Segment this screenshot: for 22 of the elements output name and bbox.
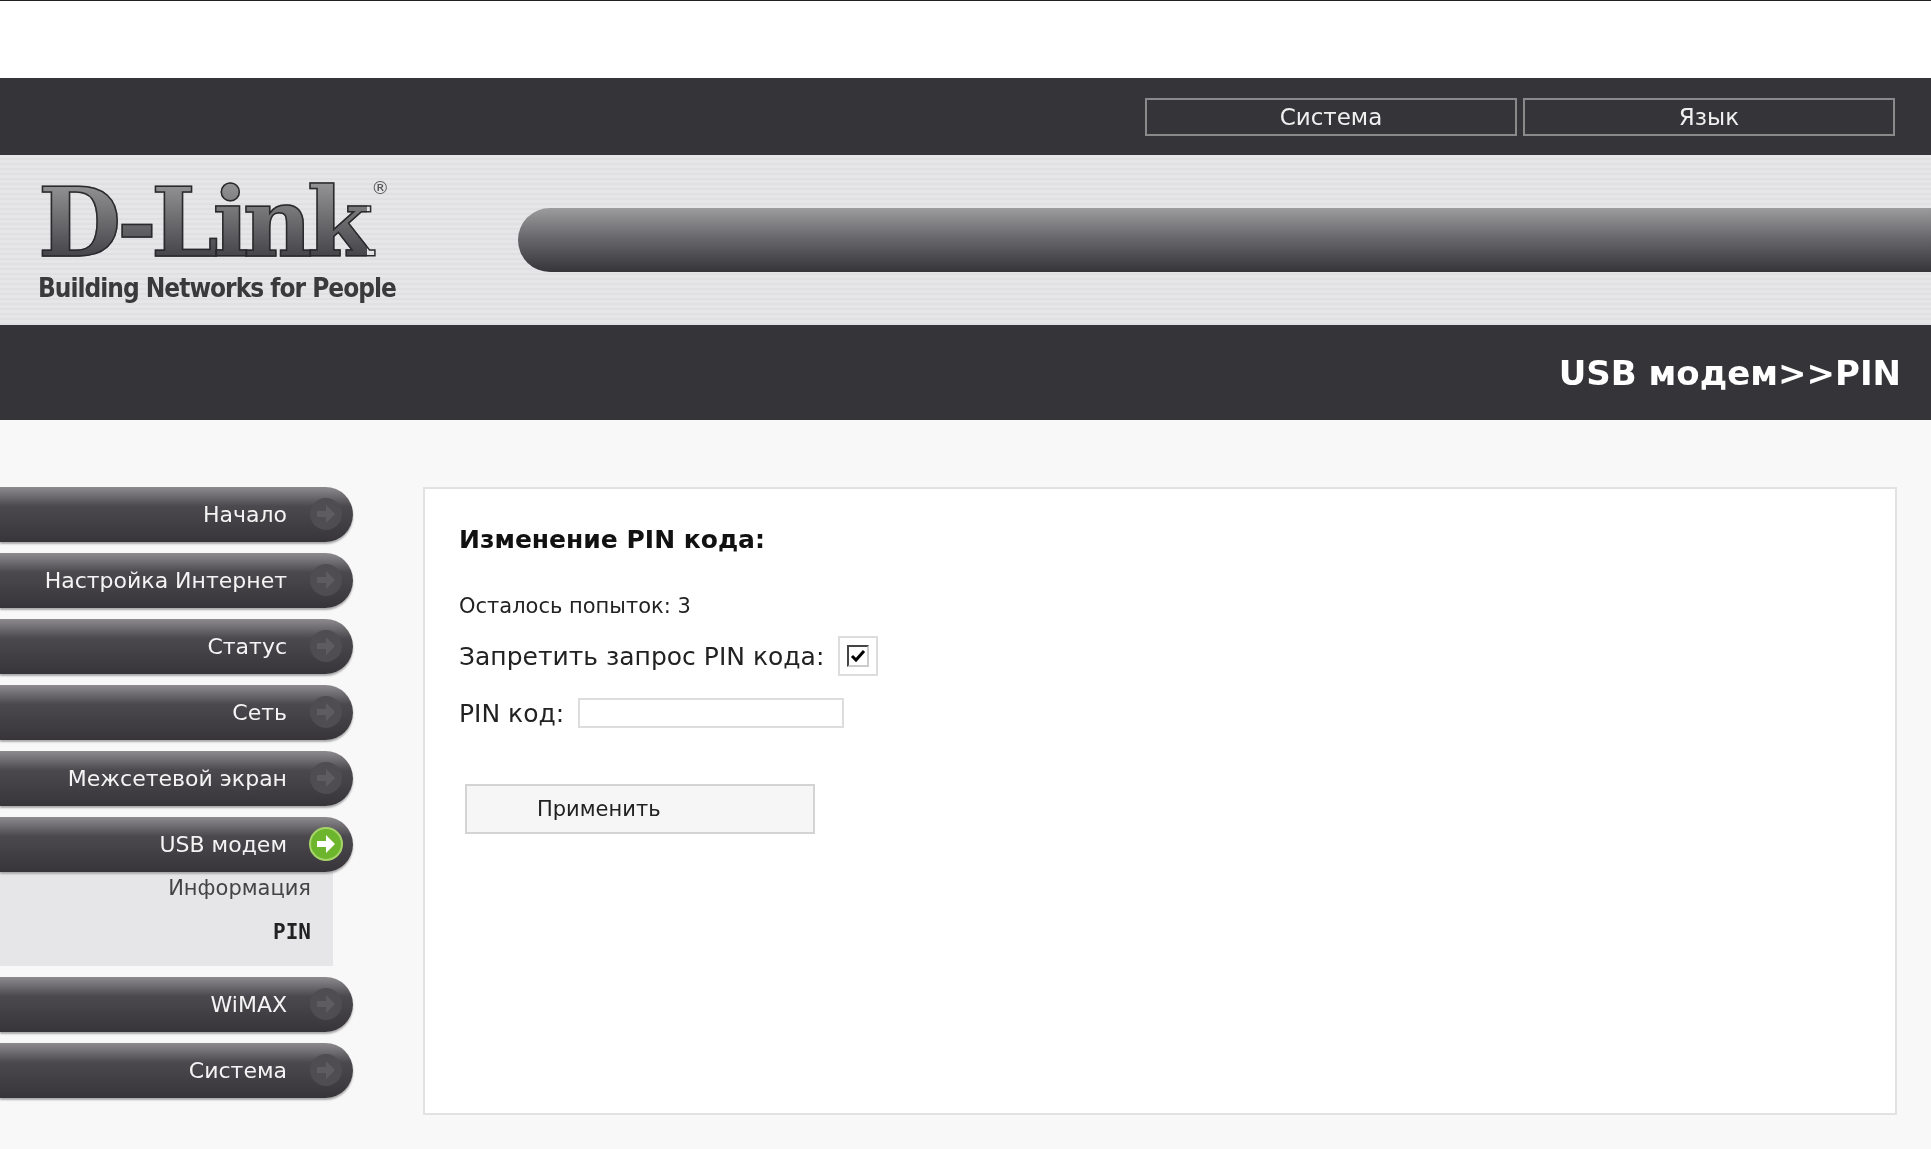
top-menu-button[interactable]: Язык bbox=[1523, 97, 1895, 136]
sidebar-item[interactable]: Начало bbox=[0, 487, 353, 542]
logo-tagline: Building Networks for People bbox=[38, 272, 397, 303]
top-menu-button[interactable]: Система bbox=[1145, 97, 1517, 136]
sidebar-item[interactable]: Система bbox=[0, 1043, 353, 1098]
sidebar-item[interactable]: Сеть bbox=[0, 685, 353, 740]
apply-button[interactable]: Применить bbox=[465, 784, 815, 834]
pin-field[interactable] bbox=[578, 698, 845, 728]
sidebar-item[interactable]: USB модем bbox=[0, 817, 353, 872]
sidebar-item[interactable]: Настройка Интернет bbox=[0, 553, 353, 608]
sidebar-item[interactable]: Межсетевой экран bbox=[0, 751, 353, 806]
attempts-text: Осталось попыток: 3 bbox=[459, 594, 691, 618]
checkbox-label: Запретить запрос PIN кода: bbox=[459, 641, 825, 671]
section-title: Изменение PIN кода: bbox=[459, 525, 765, 554]
page-title: USB модем>>PIN bbox=[1558, 352, 1901, 393]
submenu-item[interactable]: PIN bbox=[273, 920, 311, 944]
checkbox[interactable] bbox=[847, 645, 870, 667]
submenu-item[interactable]: Информация bbox=[168, 876, 311, 900]
sidebar-item[interactable]: WiMAX bbox=[0, 977, 353, 1032]
sidebar-item[interactable]: Статус bbox=[0, 619, 353, 674]
registered-mark: ® bbox=[371, 177, 390, 199]
field-label: PIN код: bbox=[459, 698, 565, 728]
